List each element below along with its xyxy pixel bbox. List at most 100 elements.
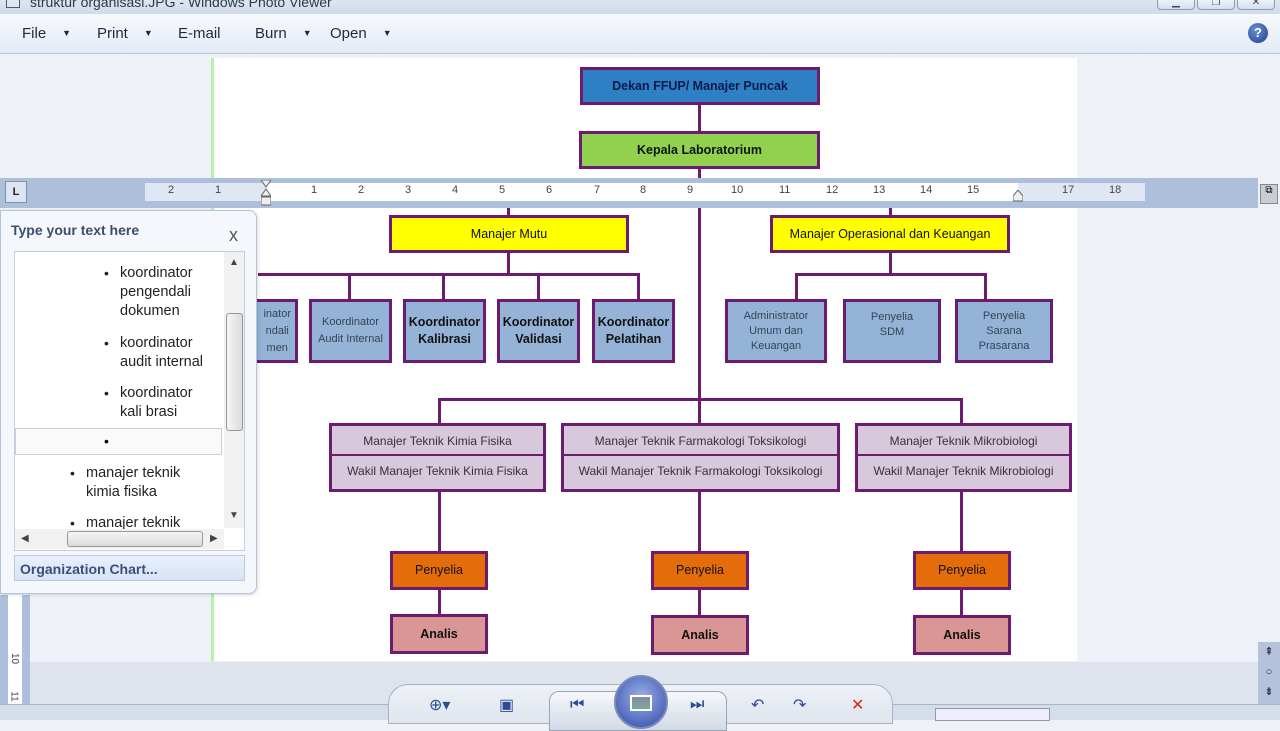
manager-label: Manajer Teknik Mikrobiologi: [858, 426, 1069, 456]
scroll-up-icon[interactable]: ▲: [229, 257, 239, 268]
ruler-tick: 14: [920, 184, 933, 196]
org-node-tech-pharmacology[interactable]: Manajer Teknik Farmakologi Toksikologi W…: [561, 423, 840, 492]
org-node-head[interactable]: Kepala Laboratorium: [579, 131, 820, 169]
list-item[interactable]: koordinator kali brasi: [104, 384, 192, 422]
minimize-button[interactable]: ▁: [1157, 0, 1195, 10]
ruler-tick: 11: [8, 691, 20, 702]
org-node-coordinator-training[interactable]: Koordinator Pelatihan: [592, 299, 675, 363]
window-title: struktur organisasi.JPG - Windows Photo …: [30, 0, 332, 10]
ruler-tick: 3: [405, 184, 412, 196]
text-pane-list[interactable]: koordinator pengendali dokumen koordinat…: [14, 251, 245, 551]
menu-email[interactable]: E-mail: [178, 25, 221, 42]
organization-chart-link[interactable]: Organization Chart...: [14, 555, 245, 581]
horizontal-scrollbar[interactable]: ◀ ▶: [15, 529, 224, 549]
zoom-control[interactable]: [935, 708, 1050, 721]
maximize-button[interactable]: ❐: [1197, 0, 1235, 10]
ruler-tick: 2: [168, 184, 175, 196]
help-icon[interactable]: ?: [1248, 23, 1268, 43]
close-icon[interactable]: x: [229, 225, 238, 246]
actual-size-icon[interactable]: ▣: [499, 695, 514, 715]
connector: [960, 398, 963, 425]
ruler-tick: 18: [1109, 184, 1122, 196]
smartart-text-pane: Type your text here x koordinator pengen…: [0, 210, 257, 594]
menu-open[interactable]: Open ▼: [330, 25, 392, 42]
org-node-analyst[interactable]: Analis: [913, 615, 1011, 655]
ruler-tick: 2: [358, 184, 365, 196]
org-node-ops-manager[interactable]: Manajer Operasional dan Keuangan: [770, 215, 1010, 253]
menu-open-label: Open: [330, 25, 367, 42]
deputy-label: Wakil Manajer Teknik Farmakologi Toksiko…: [578, 464, 823, 478]
list-item-active[interactable]: •: [15, 428, 222, 455]
select-browse-object-icon[interactable]: ○: [1258, 662, 1280, 682]
list-item[interactable]: koordinator audit internal: [104, 334, 203, 372]
org-node-coordinator-validation[interactable]: Koordinator Validasi: [497, 299, 580, 363]
rotate-counterclockwise-icon[interactable]: ↶: [751, 695, 764, 715]
ruler-tick: 10: [731, 184, 744, 196]
delete-icon[interactable]: ✕: [851, 695, 864, 715]
browse-navigation: ⇞ ○ ⇟: [1258, 642, 1280, 704]
ruler-tick: 11: [779, 184, 791, 196]
org-node-supervisor[interactable]: Penyelia: [390, 551, 488, 590]
ruler-tick: 8: [640, 184, 647, 196]
org-node-quality-manager[interactable]: Manajer Mutu: [389, 215, 629, 253]
title-bar: struktur organisasi.JPG - Windows Photo …: [0, 0, 1280, 14]
manager-label: Manajer Teknik Kimia Fisika: [332, 426, 543, 456]
first-line-indent-marker[interactable]: [261, 180, 271, 206]
vertical-scrollbar[interactable]: ▲ ▼: [224, 252, 244, 528]
scroll-right-icon[interactable]: ▶: [210, 533, 218, 544]
view-ruler-toggle-icon[interactable]: ⧉: [1260, 184, 1278, 204]
right-indent-marker[interactable]: [1013, 190, 1023, 202]
vertical-ruler-text-area: [8, 595, 22, 705]
horizontal-ruler[interactable]: L 2 1 1 2 3 4 5 6 7 8 9 10 11 12 13 14 1…: [0, 178, 1258, 208]
connector: [438, 398, 441, 425]
org-node-tech-microbiology[interactable]: Manajer Teknik Mikrobiologi Wakil Manaje…: [855, 423, 1072, 492]
scroll-down-icon[interactable]: ▼: [229, 510, 239, 521]
ruler-tick: 9: [687, 184, 694, 196]
connector: [537, 273, 540, 301]
next-icon[interactable]: ⏭: [690, 696, 704, 714]
menu-print-label: Print: [97, 25, 128, 42]
org-node-analyst[interactable]: Analis: [651, 615, 749, 655]
org-node-top[interactable]: Dekan FFUP/ Manajer Puncak: [580, 67, 820, 105]
org-node-analyst[interactable]: Analis: [390, 614, 488, 654]
ruler-tick: 13: [873, 184, 886, 196]
tab-selector-button[interactable]: L: [5, 181, 27, 203]
org-node-supervisor[interactable]: Penyelia: [651, 551, 749, 590]
ruler-tick: 12: [826, 184, 839, 196]
rotate-clockwise-icon[interactable]: ↷: [793, 695, 806, 715]
menu-print[interactable]: Print ▼: [97, 25, 153, 42]
list-item[interactable]: koordinator pengendali dokumen: [104, 264, 192, 321]
deputy-label: Wakil Manajer Teknik Kimia Fisika: [347, 464, 528, 478]
ruler-tick: 15: [967, 184, 980, 196]
org-node-admin[interactable]: Administrator Umum dan Keuangan: [725, 299, 827, 363]
previous-page-icon[interactable]: ⇞: [1258, 642, 1280, 662]
close-button[interactable]: ✕: [1237, 0, 1275, 10]
previous-icon[interactable]: ⏮: [570, 696, 584, 714]
ruler-tick: 4: [452, 184, 459, 196]
scrollbar-thumb[interactable]: [226, 313, 243, 431]
zoom-icon[interactable]: ⊕▾: [429, 695, 450, 715]
next-page-icon[interactable]: ⇟: [1258, 682, 1280, 702]
connector: [698, 491, 701, 553]
bullet-icon: •: [104, 433, 109, 449]
org-node-coordinator-calibration[interactable]: Koordinator Kalibrasi: [403, 299, 486, 363]
connector: [438, 491, 441, 553]
chevron-down-icon: ▼: [143, 28, 153, 38]
org-node-supervisor[interactable]: Penyelia: [913, 551, 1011, 590]
org-node-tech-chemistry[interactable]: Manajer Teknik Kimia Fisika Wakil Manaje…: [329, 423, 546, 492]
org-node-facilities-supervisor[interactable]: Penyelia Sarana Prasarana: [955, 299, 1053, 363]
menu-file[interactable]: File ▼: [22, 25, 71, 42]
org-node-hr-supervisor[interactable]: Penyelia SDM: [843, 299, 941, 363]
menu-file-label: File: [22, 25, 47, 42]
connector: [348, 273, 351, 301]
connector: [438, 588, 441, 616]
vertical-ruler: 10 11: [0, 595, 30, 705]
list-item[interactable]: manajer teknik kimia fisika: [70, 464, 180, 502]
org-node-coordinator-audit[interactable]: Koordinator Audit Internal: [309, 299, 392, 363]
scroll-left-icon[interactable]: ◀: [21, 533, 29, 544]
manager-label: Manajer Teknik Farmakologi Toksikologi: [564, 426, 837, 456]
chevron-down-icon: ▼: [382, 28, 392, 38]
scrollbar-thumb[interactable]: [67, 531, 203, 547]
menu-burn[interactable]: Burn ▼: [255, 25, 312, 42]
slideshow-button[interactable]: [614, 675, 668, 729]
